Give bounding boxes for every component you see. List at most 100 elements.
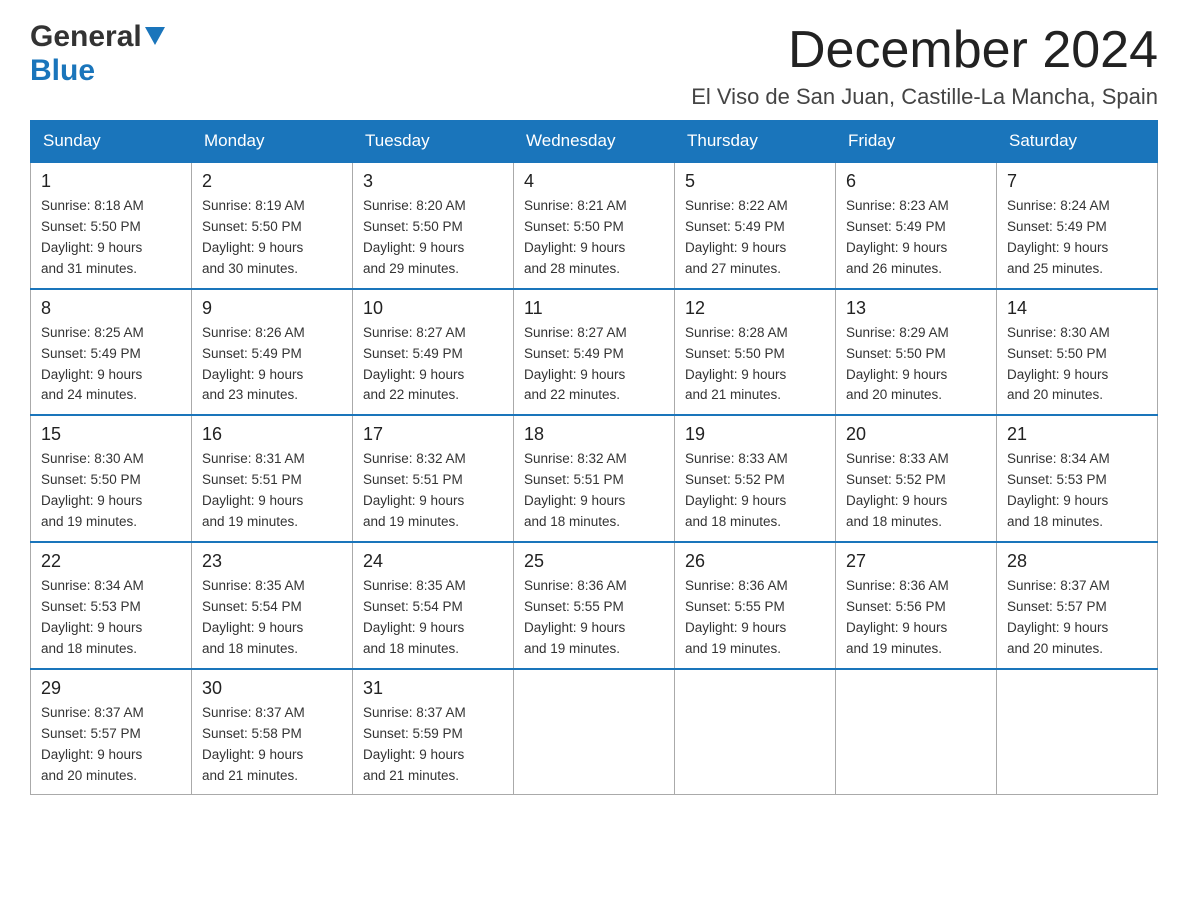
day-info: Sunrise: 8:27 AM Sunset: 5:49 PM Dayligh… (363, 323, 503, 407)
calendar-day-cell: 13 Sunrise: 8:29 AM Sunset: 5:50 PM Dayl… (836, 289, 997, 416)
calendar-day-cell: 30 Sunrise: 8:37 AM Sunset: 5:58 PM Dayl… (192, 669, 353, 795)
day-info: Sunrise: 8:34 AM Sunset: 5:53 PM Dayligh… (1007, 449, 1147, 533)
day-info: Sunrise: 8:18 AM Sunset: 5:50 PM Dayligh… (41, 196, 181, 280)
calendar-day-cell: 4 Sunrise: 8:21 AM Sunset: 5:50 PM Dayli… (514, 162, 675, 289)
day-info: Sunrise: 8:34 AM Sunset: 5:53 PM Dayligh… (41, 576, 181, 660)
calendar-week-row: 15 Sunrise: 8:30 AM Sunset: 5:50 PM Dayl… (31, 415, 1158, 542)
day-info: Sunrise: 8:28 AM Sunset: 5:50 PM Dayligh… (685, 323, 825, 407)
calendar-day-cell: 27 Sunrise: 8:36 AM Sunset: 5:56 PM Dayl… (836, 542, 997, 669)
day-number: 28 (1007, 551, 1147, 572)
calendar-day-cell: 29 Sunrise: 8:37 AM Sunset: 5:57 PM Dayl… (31, 669, 192, 795)
col-tuesday: Tuesday (353, 121, 514, 163)
calendar-day-cell (997, 669, 1158, 795)
day-number: 6 (846, 171, 986, 192)
col-saturday: Saturday (997, 121, 1158, 163)
day-number: 21 (1007, 424, 1147, 445)
calendar-day-cell: 15 Sunrise: 8:30 AM Sunset: 5:50 PM Dayl… (31, 415, 192, 542)
calendar-day-cell: 17 Sunrise: 8:32 AM Sunset: 5:51 PM Dayl… (353, 415, 514, 542)
logo: General Blue (30, 20, 165, 88)
day-number: 17 (363, 424, 503, 445)
day-info: Sunrise: 8:20 AM Sunset: 5:50 PM Dayligh… (363, 196, 503, 280)
day-info: Sunrise: 8:37 AM Sunset: 5:58 PM Dayligh… (202, 703, 342, 787)
calendar-day-cell: 23 Sunrise: 8:35 AM Sunset: 5:54 PM Dayl… (192, 542, 353, 669)
calendar-day-cell: 25 Sunrise: 8:36 AM Sunset: 5:55 PM Dayl… (514, 542, 675, 669)
col-thursday: Thursday (675, 121, 836, 163)
calendar-day-cell: 21 Sunrise: 8:34 AM Sunset: 5:53 PM Dayl… (997, 415, 1158, 542)
page-header: General Blue December 2024 El Viso de Sa… (30, 20, 1158, 110)
calendar-day-cell (514, 669, 675, 795)
day-number: 3 (363, 171, 503, 192)
day-info: Sunrise: 8:32 AM Sunset: 5:51 PM Dayligh… (363, 449, 503, 533)
day-info: Sunrise: 8:35 AM Sunset: 5:54 PM Dayligh… (363, 576, 503, 660)
day-info: Sunrise: 8:33 AM Sunset: 5:52 PM Dayligh… (846, 449, 986, 533)
calendar-day-cell: 10 Sunrise: 8:27 AM Sunset: 5:49 PM Dayl… (353, 289, 514, 416)
logo-general-text: General (30, 20, 142, 54)
day-info: Sunrise: 8:36 AM Sunset: 5:56 PM Dayligh… (846, 576, 986, 660)
calendar-day-cell: 28 Sunrise: 8:37 AM Sunset: 5:57 PM Dayl… (997, 542, 1158, 669)
day-number: 4 (524, 171, 664, 192)
day-info: Sunrise: 8:25 AM Sunset: 5:49 PM Dayligh… (41, 323, 181, 407)
day-info: Sunrise: 8:23 AM Sunset: 5:49 PM Dayligh… (846, 196, 986, 280)
day-info: Sunrise: 8:37 AM Sunset: 5:57 PM Dayligh… (41, 703, 181, 787)
day-info: Sunrise: 8:24 AM Sunset: 5:49 PM Dayligh… (1007, 196, 1147, 280)
calendar-day-cell: 19 Sunrise: 8:33 AM Sunset: 5:52 PM Dayl… (675, 415, 836, 542)
day-info: Sunrise: 8:36 AM Sunset: 5:55 PM Dayligh… (524, 576, 664, 660)
calendar-day-cell: 20 Sunrise: 8:33 AM Sunset: 5:52 PM Dayl… (836, 415, 997, 542)
calendar-day-cell: 14 Sunrise: 8:30 AM Sunset: 5:50 PM Dayl… (997, 289, 1158, 416)
calendar-day-cell: 26 Sunrise: 8:36 AM Sunset: 5:55 PM Dayl… (675, 542, 836, 669)
day-number: 18 (524, 424, 664, 445)
day-info: Sunrise: 8:35 AM Sunset: 5:54 PM Dayligh… (202, 576, 342, 660)
day-number: 14 (1007, 298, 1147, 319)
day-number: 13 (846, 298, 986, 319)
calendar-week-row: 22 Sunrise: 8:34 AM Sunset: 5:53 PM Dayl… (31, 542, 1158, 669)
calendar-day-cell: 3 Sunrise: 8:20 AM Sunset: 5:50 PM Dayli… (353, 162, 514, 289)
calendar-day-cell: 7 Sunrise: 8:24 AM Sunset: 5:49 PM Dayli… (997, 162, 1158, 289)
location-title: El Viso de San Juan, Castille-La Mancha,… (691, 84, 1158, 110)
day-number: 26 (685, 551, 825, 572)
calendar-week-row: 29 Sunrise: 8:37 AM Sunset: 5:57 PM Dayl… (31, 669, 1158, 795)
calendar-day-cell: 1 Sunrise: 8:18 AM Sunset: 5:50 PM Dayli… (31, 162, 192, 289)
month-title: December 2024 (691, 20, 1158, 80)
calendar-day-cell: 31 Sunrise: 8:37 AM Sunset: 5:59 PM Dayl… (353, 669, 514, 795)
logo-blue-text: Blue (30, 54, 95, 88)
day-number: 15 (41, 424, 181, 445)
calendar-day-cell: 24 Sunrise: 8:35 AM Sunset: 5:54 PM Dayl… (353, 542, 514, 669)
day-number: 1 (41, 171, 181, 192)
title-section: December 2024 El Viso de San Juan, Casti… (691, 20, 1158, 110)
calendar-day-cell: 11 Sunrise: 8:27 AM Sunset: 5:49 PM Dayl… (514, 289, 675, 416)
col-monday: Monday (192, 121, 353, 163)
day-number: 29 (41, 678, 181, 699)
day-number: 19 (685, 424, 825, 445)
day-number: 30 (202, 678, 342, 699)
day-number: 7 (1007, 171, 1147, 192)
day-info: Sunrise: 8:32 AM Sunset: 5:51 PM Dayligh… (524, 449, 664, 533)
day-number: 8 (41, 298, 181, 319)
day-number: 5 (685, 171, 825, 192)
day-number: 25 (524, 551, 664, 572)
day-number: 31 (363, 678, 503, 699)
calendar-day-cell: 6 Sunrise: 8:23 AM Sunset: 5:49 PM Dayli… (836, 162, 997, 289)
calendar-day-cell: 18 Sunrise: 8:32 AM Sunset: 5:51 PM Dayl… (514, 415, 675, 542)
day-info: Sunrise: 8:29 AM Sunset: 5:50 PM Dayligh… (846, 323, 986, 407)
calendar-day-cell (675, 669, 836, 795)
calendar-table: Sunday Monday Tuesday Wednesday Thursday… (30, 120, 1158, 795)
calendar-day-cell: 9 Sunrise: 8:26 AM Sunset: 5:49 PM Dayli… (192, 289, 353, 416)
calendar-week-row: 1 Sunrise: 8:18 AM Sunset: 5:50 PM Dayli… (31, 162, 1158, 289)
calendar-day-cell: 16 Sunrise: 8:31 AM Sunset: 5:51 PM Dayl… (192, 415, 353, 542)
calendar-day-cell: 8 Sunrise: 8:25 AM Sunset: 5:49 PM Dayli… (31, 289, 192, 416)
day-number: 10 (363, 298, 503, 319)
calendar-week-row: 8 Sunrise: 8:25 AM Sunset: 5:49 PM Dayli… (31, 289, 1158, 416)
calendar-day-cell: 2 Sunrise: 8:19 AM Sunset: 5:50 PM Dayli… (192, 162, 353, 289)
col-sunday: Sunday (31, 121, 192, 163)
calendar-day-cell: 12 Sunrise: 8:28 AM Sunset: 5:50 PM Dayl… (675, 289, 836, 416)
calendar-day-cell: 22 Sunrise: 8:34 AM Sunset: 5:53 PM Dayl… (31, 542, 192, 669)
logo-triangle-icon (145, 27, 165, 49)
day-info: Sunrise: 8:37 AM Sunset: 5:57 PM Dayligh… (1007, 576, 1147, 660)
col-wednesday: Wednesday (514, 121, 675, 163)
day-info: Sunrise: 8:30 AM Sunset: 5:50 PM Dayligh… (1007, 323, 1147, 407)
day-number: 9 (202, 298, 342, 319)
day-info: Sunrise: 8:31 AM Sunset: 5:51 PM Dayligh… (202, 449, 342, 533)
day-info: Sunrise: 8:27 AM Sunset: 5:49 PM Dayligh… (524, 323, 664, 407)
day-number: 22 (41, 551, 181, 572)
day-number: 23 (202, 551, 342, 572)
